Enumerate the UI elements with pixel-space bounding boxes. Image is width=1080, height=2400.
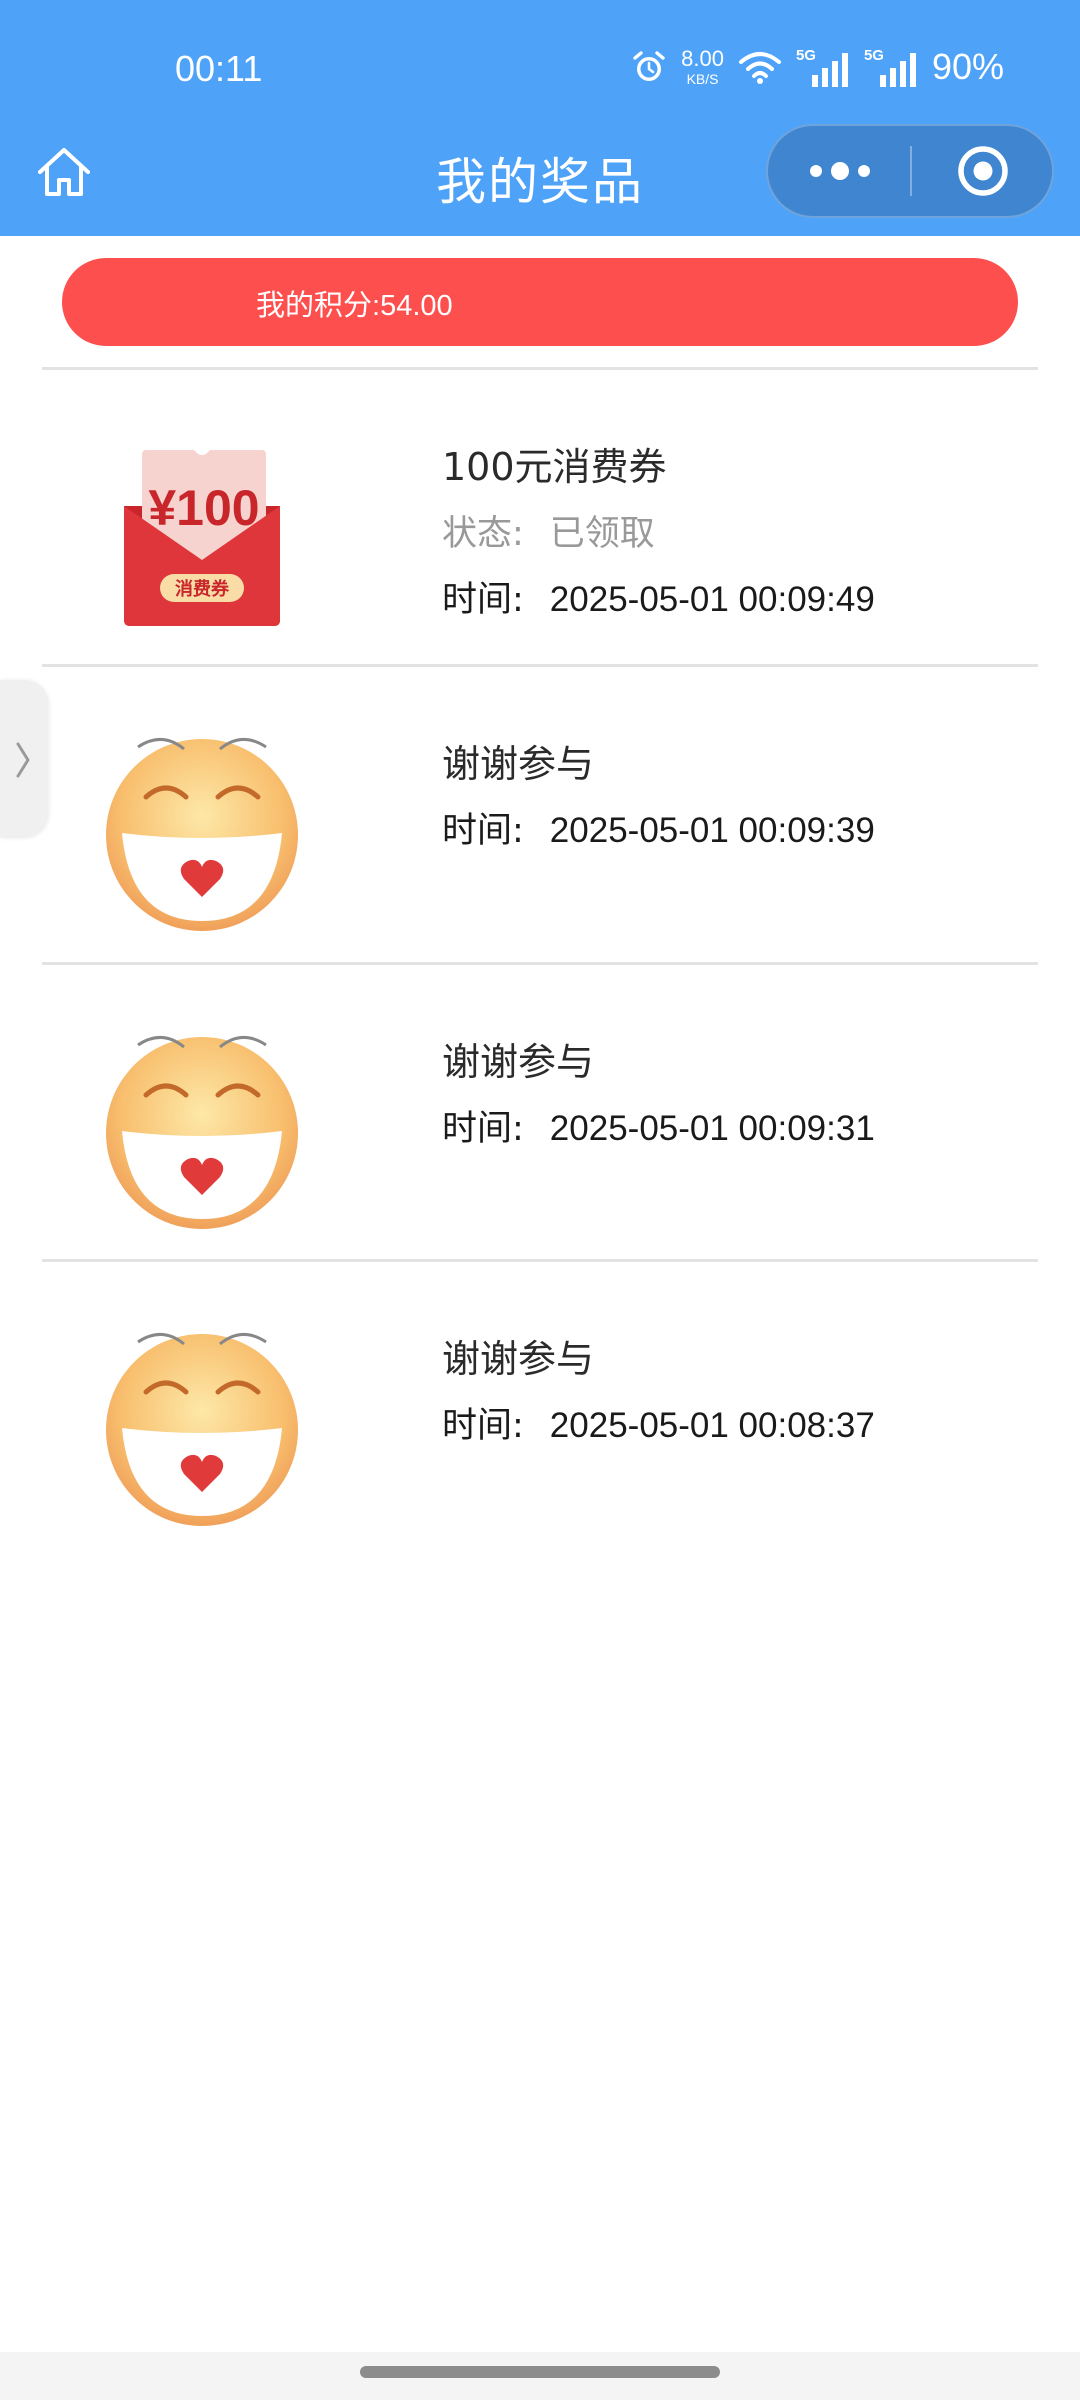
prize-info: 100元消费券 状态: 已领取 时间: 2025-05-01 00:09:49 xyxy=(442,442,875,624)
status-bar: 00:11 8.00 KB/S 5G 5G 90% xyxy=(0,0,1080,140)
prize-title: 谢谢参与 xyxy=(442,1040,595,1084)
prize-time: 时间: 2025-05-01 00:09:31 xyxy=(442,1105,875,1153)
time-label: 时间: xyxy=(442,580,524,620)
prize-info: 谢谢参与 时间: 2025-05-01 00:09:39 xyxy=(442,739,875,855)
prize-time: 时间: 2025-05-01 00:09:39 xyxy=(442,807,875,855)
time-label: 时间: xyxy=(442,1406,524,1446)
time-label: 时间: xyxy=(442,811,524,851)
prize-title: 谢谢参与 xyxy=(442,1337,595,1381)
smiley-image xyxy=(106,1333,298,1526)
prize-list-item[interactable]: 谢谢参与 时间: 2025-05-01 00:08:37 xyxy=(42,1262,1038,1556)
prize-title: 100元消费券 xyxy=(442,445,667,489)
status-label: 状态: xyxy=(442,514,524,554)
chevron-right-icon xyxy=(16,742,30,778)
time-value: 2025-05-01 00:09:49 xyxy=(549,580,875,619)
prize-list-item[interactable]: ¥100 消费券 100元消费券 状态: 已领取 时间: 2025-05-01 00… xyxy=(42,370,1038,664)
network-speed: 8.00 KB/S xyxy=(681,46,724,87)
prize-title: 谢谢参与 xyxy=(442,742,595,786)
prize-info: 谢谢参与 时间: 2025-05-01 00:09:31 xyxy=(442,1037,875,1153)
alarm-icon xyxy=(633,51,665,81)
wifi-icon xyxy=(738,52,781,84)
status-icons: 8.00 KB/S 5G 5G 90% xyxy=(631,46,1004,88)
prize-time: 时间: 2025-05-01 00:09:49 xyxy=(442,576,875,624)
points-value: 54.00 xyxy=(380,290,453,322)
coupon-amount: ¥100 xyxy=(148,480,259,536)
app-header: 00:11 8.00 KB/S 5G 5G 90% 我的奖品 xyxy=(0,0,1080,236)
prize-time: 时间: 2025-05-01 00:08:37 xyxy=(442,1402,875,1450)
points-label: 我的积分: xyxy=(256,290,381,322)
prize-status: 状态: 已领取 xyxy=(442,510,875,558)
time-value: 2025-05-01 00:09:31 xyxy=(549,1109,875,1148)
battery-level: 90% xyxy=(931,46,1004,87)
gesture-area xyxy=(0,2352,1080,2400)
miniprogram-capsule xyxy=(766,124,1054,218)
navigation-bar: 我的奖品 xyxy=(0,122,1080,236)
close-target-icon[interactable] xyxy=(912,126,1054,216)
time-label: 时间: xyxy=(442,1109,524,1149)
network-speed-unit: KB/S xyxy=(686,71,719,87)
home-gesture-bar[interactable] xyxy=(360,2366,720,2378)
prize-list-item[interactable]: 谢谢参与 时间: 2025-05-01 00:09:31 xyxy=(42,965,1038,1259)
signal-bars-icon xyxy=(811,53,848,87)
smiley-image xyxy=(106,1036,298,1229)
time-value: 2025-05-01 00:08:37 xyxy=(549,1406,875,1445)
signal-sim1: 5G xyxy=(796,47,850,87)
signal-bars-icon xyxy=(879,53,916,87)
status-value: 已领取 xyxy=(549,514,655,554)
smiley-image xyxy=(106,738,298,931)
coupon-image: ¥100 消费券 xyxy=(124,450,280,626)
status-time: 00:11 xyxy=(175,48,263,89)
coupon-caption: 消费券 xyxy=(175,578,230,600)
time-value: 2025-05-01 00:09:39 xyxy=(549,811,875,850)
side-drawer-handle[interactable] xyxy=(0,680,48,838)
points-text: 我的积分:54.00 xyxy=(256,282,453,324)
points-bar: 我的积分:54.00 xyxy=(62,258,1018,346)
network-speed-value: 8.00 xyxy=(681,46,724,71)
signal-sim2: 5G xyxy=(864,47,918,87)
prize-info: 谢谢参与 时间: 2025-05-01 00:08:37 xyxy=(442,1334,875,1450)
more-icon[interactable] xyxy=(768,126,910,216)
prize-list-item[interactable]: 谢谢参与 时间: 2025-05-01 00:09:39 xyxy=(42,667,1038,961)
